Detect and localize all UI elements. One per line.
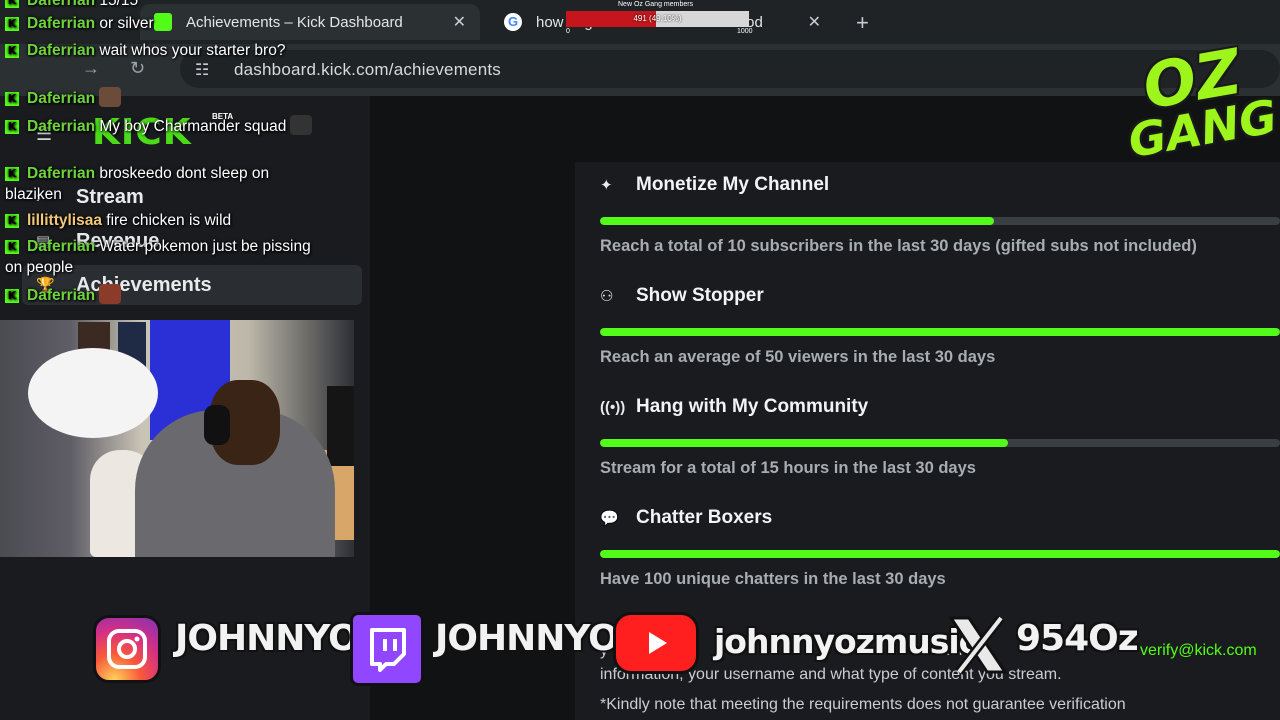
kick-badge-icon: K <box>5 0 19 8</box>
chat-text: or silver <box>99 15 154 32</box>
goal-progress-bar: 491 (49.10%) <box>566 11 749 27</box>
chat-username: Daferrian <box>27 287 96 304</box>
chat-username: lillittylisaa <box>27 212 102 229</box>
new-tab-button[interactable]: + <box>856 10 869 36</box>
goal-max: 1000 <box>737 28 753 35</box>
progress-bar <box>600 328 1280 336</box>
chat-username: Daferrian <box>27 90 96 107</box>
kick-badge-icon: K <box>5 44 19 58</box>
kick-badge-icon: K <box>5 17 19 31</box>
chat-message: K Daferrian <box>5 87 325 109</box>
chat-text: fire chicken is wild <box>106 212 232 229</box>
chat-username: Daferrian <box>27 238 96 255</box>
google-favicon-icon: G <box>504 13 522 31</box>
chat-message: K Daferrian Water pokemon just be pissing… <box>5 236 325 278</box>
achievement-chatter-boxers: 💬 Chatter Boxers Have 100 unique chatters… <box>600 505 1280 589</box>
progress-fill <box>600 439 1008 447</box>
chat-message: K Daferrian broskeedo dont sleep on blazi… <box>5 163 325 205</box>
chat-text: My boy Charmander squad <box>99 118 287 135</box>
broadcast-icon: ((•)) <box>600 398 626 416</box>
instagram-icon <box>93 615 161 683</box>
emote-icon <box>290 115 313 135</box>
achievement-title: Monetize My Channel <box>636 174 830 195</box>
x-icon <box>945 612 1011 678</box>
chat-text: wait whos your starter bro? <box>99 42 286 59</box>
chat-message: Klillittylisaa fire chicken is wild <box>5 210 325 231</box>
achievement-title: Chatter Boxers <box>636 507 773 528</box>
achievement-title: Show Stopper <box>636 285 764 306</box>
kick-badge-icon: K <box>5 167 19 181</box>
chat-message: K Daferrian <box>5 284 325 306</box>
achievement-title: Hang with My Community <box>636 396 869 417</box>
kick-badge-icon: K <box>5 120 19 134</box>
x-handle: 954Oz <box>1016 618 1139 659</box>
progress-bar <box>600 217 1280 225</box>
chat-bubble-icon: 💬 <box>600 510 619 527</box>
reload-icon[interactable]: ↻ <box>130 58 145 79</box>
youtube-icon <box>613 612 699 674</box>
progress-fill <box>600 328 1280 336</box>
chat-username: Daferrian <box>27 15 96 32</box>
kick-badge-icon: K <box>5 92 19 106</box>
goal-progress-label: 491 (49.10%) <box>633 14 682 23</box>
chat-message: K Daferrian 15/15 <box>5 0 325 11</box>
twitch-handle: JOHNNYOZ <box>435 618 644 659</box>
oz-gang-logo: OZ GANG <box>1108 29 1280 206</box>
emote-icon <box>99 87 122 107</box>
chat-text: 15/15 <box>99 0 139 9</box>
chat-message: K Daferrian or silver <box>5 13 325 34</box>
verify-email-link[interactable]: verify@kick.com <box>1140 642 1257 660</box>
achievement-show-stopper: ⚇ Show Stopper Reach an average of 50 vie… <box>600 283 1280 367</box>
achievement-description: Reach a total of 10 subscribers in the l… <box>600 237 1197 255</box>
achievement-description: Stream for a total of 15 hours in the la… <box>600 459 976 477</box>
progress-fill <box>600 217 995 225</box>
close-tab-icon[interactable]: ✕ <box>808 12 821 32</box>
progress-fill <box>600 550 1280 558</box>
site-settings-icon[interactable]: ☷ <box>195 60 209 80</box>
chat-username: Daferrian <box>27 118 96 135</box>
url-text[interactable]: dashboard.kick.com/achievements <box>234 60 501 80</box>
webcam-feed <box>0 320 354 557</box>
chat-username: Daferrian <box>27 0 96 9</box>
achievement-description: Have 100 unique chatters in the last 30 … <box>600 570 946 588</box>
chat-message: K Daferrian My boy Charmander squad <box>5 115 325 137</box>
forward-arrow-icon[interactable]: → <box>82 58 100 79</box>
progress-bar <box>600 550 1280 558</box>
achievement-description: Reach an average of 50 viewers in the la… <box>600 348 996 366</box>
close-tab-icon[interactable]: ✕ <box>453 12 466 32</box>
kick-badge-icon: K <box>5 289 19 303</box>
users-icon: ⚇ <box>600 288 614 305</box>
emote-icon <box>99 284 122 304</box>
goal-min: 0 <box>566 28 570 35</box>
kick-badge-icon: K <box>5 240 19 254</box>
chat-username: Daferrian <box>27 165 96 182</box>
kick-badge-icon: K <box>5 214 19 228</box>
twitch-icon <box>350 612 424 686</box>
verification-disclaimer: *Kindly note that meeting the requiremen… <box>600 696 1126 713</box>
progress-bar <box>600 439 1280 447</box>
youtube-handle: johnnyozmusic <box>714 622 978 661</box>
sparkle-icon: ✦ <box>600 177 613 194</box>
chat-message: K Daferrian wait whos your starter bro? <box>5 40 325 61</box>
goal-title: New Oz Gang members <box>618 1 694 8</box>
achievement-hang-community: ((•)) Hang with My Community Stream for a… <box>600 394 1280 478</box>
chat-username: Daferrian <box>27 42 96 59</box>
